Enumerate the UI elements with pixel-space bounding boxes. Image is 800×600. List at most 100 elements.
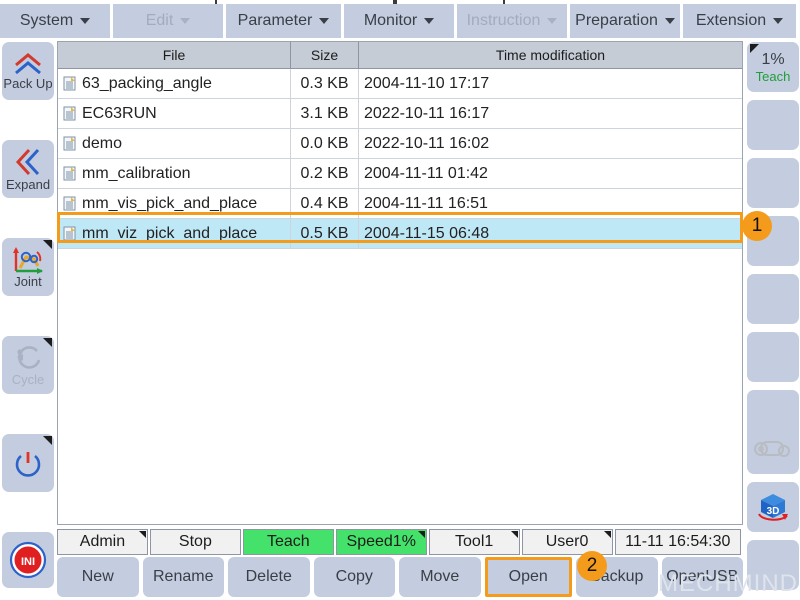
status-datetime: 11-11 16:54:30 — [614, 529, 742, 555]
sidebar-left-label: Joint — [14, 273, 42, 289]
file-list-panel[interactable]: File Size Time modification 63_packing_a… — [57, 41, 743, 525]
sidebar-left-label: Expand — [5, 176, 51, 192]
table-row[interactable]: demo 0.0 KB 2022-10-11 16:02 — [58, 128, 742, 159]
table-row[interactable]: mm_calibration 0.2 KB 2004-11-11 01:42 — [58, 158, 742, 189]
corner-marker-icon — [43, 338, 52, 347]
sidebar-left-pack-up[interactable]: Pack Up — [2, 42, 54, 100]
file-table-head: File Size Time modification — [58, 42, 742, 69]
document-file-icon — [63, 106, 76, 121]
table-row[interactable]: EC63RUN 3.1 KB 2022-10-11 16:17 — [58, 98, 742, 129]
column-header-time[interactable]: Time modification — [358, 42, 742, 69]
file-name: mm_vis_pick_and_place — [82, 194, 258, 212]
sidebar-right-slot-2[interactable] — [747, 100, 799, 150]
table-row[interactable]: mm_vis_pick_and_place 0.4 KB 2004-11-11 16… — [58, 188, 742, 219]
sidebar-right-slot-last[interactable] — [747, 540, 799, 590]
tool-button-label: OpenUSB — [666, 568, 739, 585]
cell-size: 0.5 KB — [290, 218, 359, 249]
menu-instruction: Instruction — [457, 4, 567, 38]
corner-marker-icon — [510, 531, 518, 538]
column-header-file[interactable]: File — [58, 42, 291, 69]
sidebar-left-cycle: Cycle — [2, 336, 54, 394]
tool-button-label: Copy — [335, 568, 373, 585]
robot-joint-icon — [12, 246, 44, 274]
file-name: demo — [82, 134, 123, 152]
annotation-badge-2: 2 — [577, 551, 607, 581]
table-row[interactable]: 63_packing_angle 0.3 KB 2004-11-10 17:17 — [58, 68, 742, 99]
cell-file: mm_vis_pick_and_place — [58, 188, 291, 219]
status-label: 11-11 16:54:30 — [625, 533, 731, 550]
sidebar-left-joint[interactable]: Joint — [2, 238, 54, 296]
file-table-header-row: File Size Time modification — [58, 42, 742, 69]
menu-label: Extension — [695, 12, 767, 29]
file-name: mm_calibration — [82, 164, 191, 182]
cell-size: 0.3 KB — [290, 68, 359, 99]
left-sidebar: Pack Up Expand Joint Cycle INI — [0, 38, 55, 600]
app-root: System Edit Parameter Monitor Instruction Pre… — [0, 0, 800, 600]
copy-button[interactable]: Copy — [313, 557, 395, 597]
status-tool[interactable]: Tool1 — [428, 529, 520, 555]
annotation-badge-1: 1 — [742, 211, 772, 241]
corner-marker-icon — [43, 436, 52, 445]
menu-preparation[interactable]: Preparation — [570, 4, 680, 38]
status-run-state: Stop — [149, 529, 241, 555]
menu-label: Instruction — [466, 12, 541, 29]
menu-parameter[interactable]: Parameter — [226, 4, 341, 38]
cell-time: 2004-11-11 16:51 — [358, 188, 742, 219]
corner-marker-icon — [417, 531, 425, 538]
tool-button-label: Delete — [245, 568, 292, 585]
status-speed[interactable]: Speed1% — [335, 529, 427, 555]
status-label: Tool1 — [455, 533, 494, 550]
open-usb-button[interactable]: OpenUSB — [661, 557, 743, 597]
sidebar-left-expand[interactable]: Expand — [2, 140, 54, 198]
chevron-down-icon — [180, 18, 191, 24]
cell-file: mm_viz_pick_and_place — [58, 218, 291, 249]
menu-monitor[interactable]: Monitor — [344, 4, 454, 38]
file-table-body: 63_packing_angle 0.3 KB 2004-11-10 17:17 EC… — [58, 68, 742, 249]
menu-system[interactable]: System — [0, 4, 110, 38]
status-label: Teach — [266, 533, 310, 550]
sidebar-right-speed-teach[interactable]: 1% Teach — [747, 42, 799, 92]
menu-label: Preparation — [575, 12, 658, 29]
sidebar-right-teach-pendant — [747, 424, 799, 474]
svg-text:3D: 3D — [767, 506, 780, 517]
menu-label: Parameter — [237, 12, 313, 29]
document-file-icon — [63, 166, 76, 181]
right-sidebar: 1% Teach 3D — [747, 38, 800, 600]
cycle-icon — [13, 344, 43, 372]
sidebar-right-slot-3[interactable] — [747, 158, 799, 208]
menu-label: Monitor — [363, 12, 418, 29]
sidebar-right-view-3d[interactable]: 3D — [747, 482, 799, 532]
cell-file: demo — [58, 128, 291, 159]
status-label: Stop — [178, 533, 212, 550]
menu-label: System — [19, 12, 74, 29]
delete-button[interactable]: Delete — [228, 557, 310, 597]
tool-button-label: Rename — [153, 568, 214, 585]
chevron-up-double-icon — [12, 52, 44, 76]
rename-button[interactable]: Rename — [142, 557, 224, 597]
cell-time: 2004-11-11 01:42 — [358, 158, 742, 189]
cell-time: 2022-10-11 16:17 — [358, 98, 742, 129]
status-label: Admin — [79, 533, 126, 550]
menu-edit: Edit — [113, 4, 223, 38]
status-user-frame[interactable]: User0 — [521, 529, 613, 555]
cell-size: 0.0 KB — [290, 128, 359, 159]
move-button[interactable]: Move — [399, 557, 481, 597]
corner-marker-icon — [750, 44, 759, 53]
column-header-size[interactable]: Size — [290, 42, 359, 69]
table-row[interactable]: mm_viz_pick_and_place 0.5 KB 2004-11-15 06… — [58, 218, 742, 249]
chevron-left-double-icon — [15, 147, 41, 177]
sidebar-left-power[interactable] — [2, 434, 54, 492]
status-user-role[interactable]: Admin — [57, 529, 148, 555]
cell-size: 3.1 KB — [290, 98, 359, 129]
open-button[interactable]: Open — [484, 557, 572, 597]
sidebar-right-slot-5[interactable] — [747, 274, 799, 324]
status-label: Speed1% — [346, 533, 416, 550]
menu-bar: System Edit Parameter Monitor Instruction Pre… — [0, 4, 800, 38]
menu-extension[interactable]: Extension — [683, 4, 796, 38]
new-button[interactable]: New — [57, 557, 139, 597]
file-name: 63_packing_angle — [82, 74, 212, 92]
sidebar-right-slot-6[interactable] — [747, 332, 799, 382]
document-file-icon — [63, 196, 76, 211]
sidebar-left-ini[interactable]: INI — [2, 532, 54, 588]
cell-time: 2022-10-11 16:02 — [358, 128, 742, 159]
